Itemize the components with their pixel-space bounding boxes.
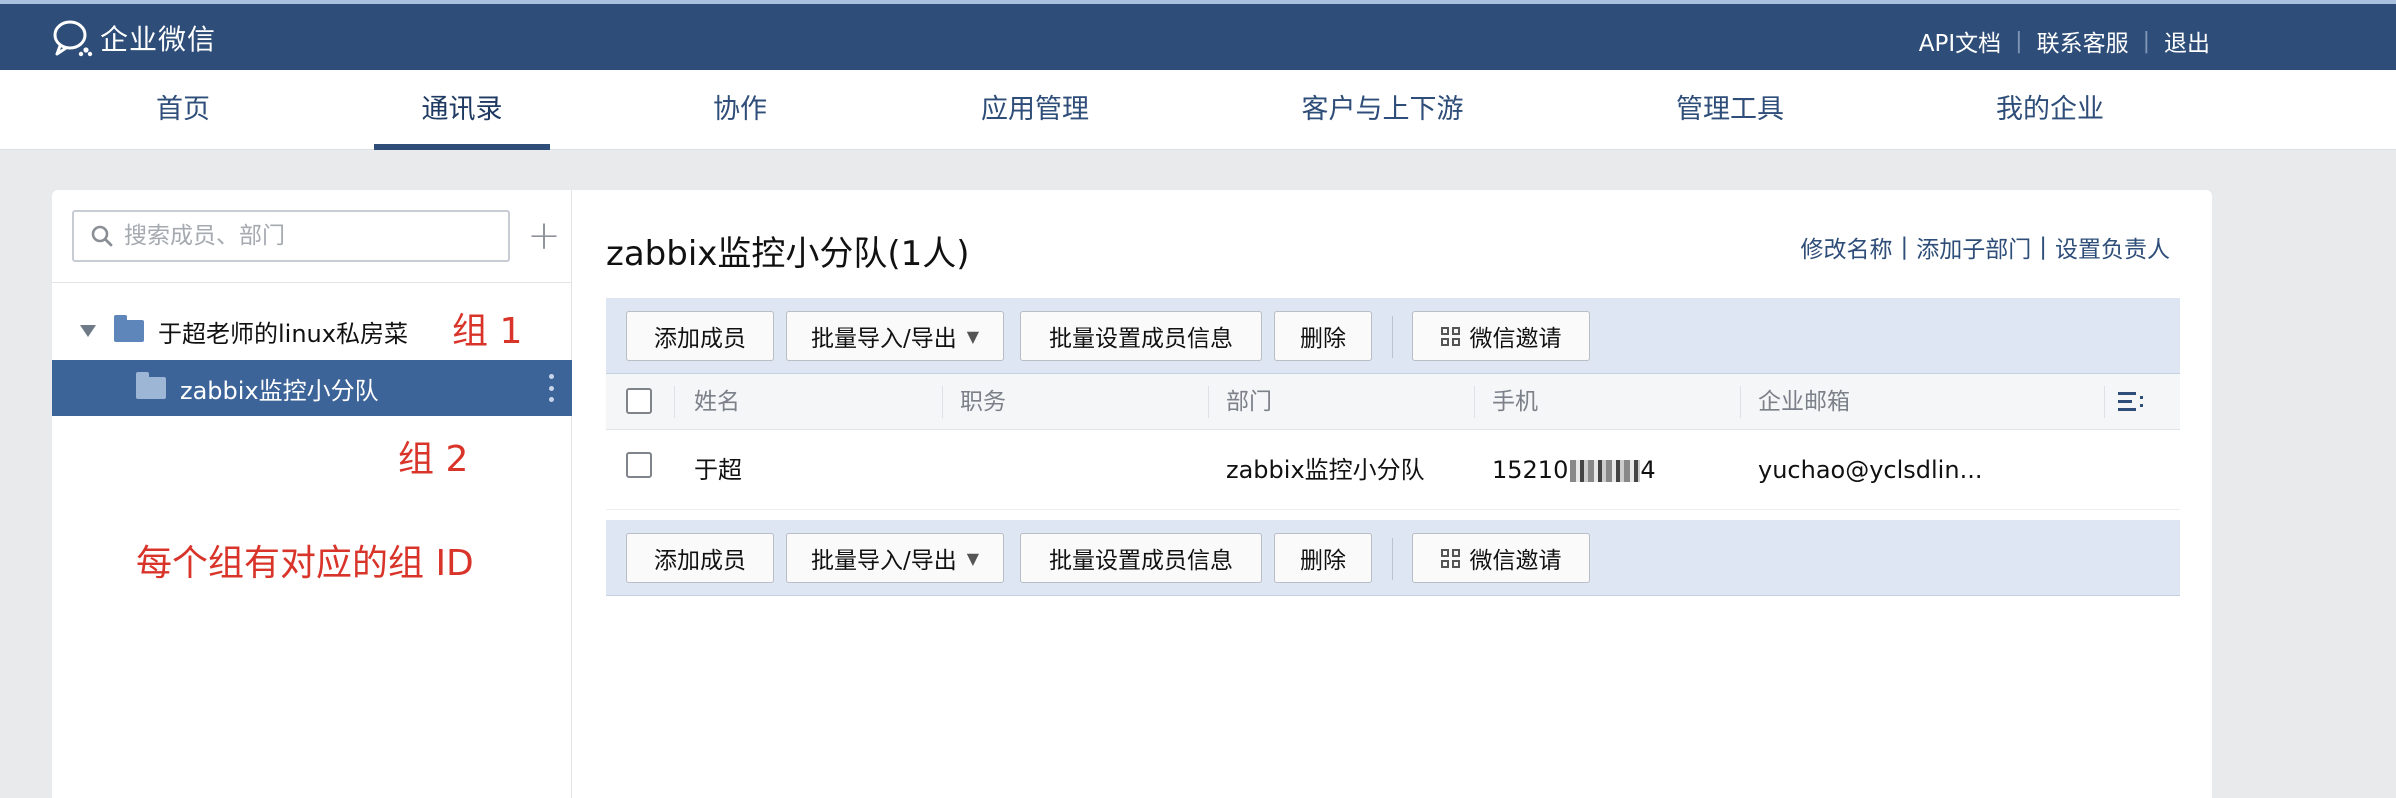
row-checkbox[interactable] — [626, 452, 652, 478]
set-manager-link[interactable]: 设置负责人 — [2055, 230, 2170, 264]
batch-set-button[interactable]: 批量设置成员信息 — [1020, 533, 1262, 583]
active-tab-indicator — [374, 144, 550, 150]
top-link-separator: | — [2015, 28, 2023, 54]
department-actions: 修改名称 | 添加子部门 | 设置负责人 — [1801, 230, 2171, 264]
caret-down-icon[interactable] — [80, 325, 96, 337]
app-name: 企业微信 — [100, 23, 217, 56]
contact-support-link[interactable]: 联系客服 — [2037, 24, 2129, 58]
main-nav: 首页 通讯录 协作 应用管理 客户与上下游 管理工具 我的企业 — [0, 70, 2396, 150]
wecom-logo-icon — [53, 20, 93, 57]
tree-item-label: zabbix监控小分队 — [180, 376, 379, 405]
column-settings-icon[interactable] — [2118, 392, 2144, 412]
rename-link[interactable]: 修改名称 — [1801, 230, 1893, 264]
import-export-label: 批量导入/导出 — [810, 548, 957, 574]
action-separator: | — [2039, 234, 2047, 260]
import-export-button[interactable]: 批量导入/导出 ▼ — [786, 533, 1004, 583]
column-separator — [1474, 386, 1475, 418]
toolbar-bottom: 添加成员 批量导入/导出 ▼ 批量设置成员信息 删除 微信邀请 — [606, 520, 2180, 596]
column-separator — [2104, 386, 2105, 418]
toolbar-separator — [1392, 316, 1393, 358]
tab-contacts-label: 通讯录 — [421, 94, 503, 125]
column-header-title[interactable]: 职务 — [960, 374, 1006, 430]
more-options-icon[interactable] — [548, 374, 554, 402]
delete-button[interactable]: 删除 — [1274, 533, 1372, 583]
select-all-checkbox[interactable] — [626, 388, 652, 414]
tree-item-selected[interactable]: zabbix监控小分队 — [52, 360, 572, 416]
phone-mask — [1570, 460, 1641, 482]
tab-contacts[interactable]: 通讯录 — [374, 70, 550, 150]
column-header-name[interactable]: 姓名 — [694, 374, 740, 430]
wechat-invite-button[interactable]: 微信邀请 — [1412, 533, 1590, 583]
tree-item-label: 于超老师的linux私房菜 — [158, 319, 408, 348]
wechat-invite-label: 微信邀请 — [1469, 548, 1562, 574]
cell-department: zabbix监控小分队 — [1226, 456, 1425, 484]
logout-link[interactable]: 退出 — [2164, 24, 2210, 58]
department-title: zabbix监控小分队(1人) — [606, 234, 970, 274]
tab-app-management[interactable]: 应用管理 — [975, 70, 1095, 150]
member-table: 姓名 职务 部门 手机 企业邮箱 于超 zabbix监控小分队 15210 4 … — [606, 374, 2180, 510]
logo[interactable]: 企业微信 — [50, 18, 216, 58]
search-input[interactable] — [124, 223, 484, 249]
import-export-button[interactable]: 批量导入/导出 ▼ — [786, 311, 1004, 361]
column-separator — [1208, 386, 1209, 418]
tab-customers[interactable]: 客户与上下游 — [1295, 70, 1470, 150]
contacts-card: + 于超老师的linux私房菜 zabbix监控小分队 组 1 组 2 每个组有… — [52, 190, 2212, 798]
wechat-invite-button[interactable]: 微信邀请 — [1412, 311, 1590, 361]
table-row[interactable]: 于超 zabbix监控小分队 15210 4 yuchao@yclsdlin... — [606, 430, 2180, 510]
column-header-phone[interactable]: 手机 — [1492, 374, 1538, 430]
cell-phone: 15210 4 — [1492, 430, 1656, 510]
action-separator: | — [1900, 234, 1909, 260]
cell-name[interactable]: 于超 — [694, 430, 742, 510]
tab-home[interactable]: 首页 — [148, 70, 218, 150]
cell-email: yuchao@yclsdlin... — [1758, 456, 1983, 484]
qr-code-icon — [1440, 548, 1460, 568]
api-docs-link[interactable]: API文档 — [1919, 24, 2001, 58]
column-header-email[interactable]: 企业邮箱 — [1758, 374, 1850, 430]
top-links: API文档 | 联系客服 | 退出 — [1919, 24, 2210, 58]
search-box[interactable] — [72, 210, 510, 262]
tab-collaboration[interactable]: 协作 — [705, 70, 775, 150]
tab-my-company[interactable]: 我的企业 — [1990, 70, 2110, 150]
add-member-button[interactable]: 添加成员 — [626, 311, 774, 361]
member-panel: zabbix监控小分队(1人) 修改名称 | 添加子部门 | 设置负责人 添加成… — [572, 190, 2212, 798]
delete-button[interactable]: 删除 — [1274, 311, 1372, 361]
column-header-department[interactable]: 部门 — [1226, 374, 1272, 430]
column-separator — [1740, 386, 1741, 418]
annotation-note: 每个组有对应的组 ID — [136, 543, 474, 584]
add-department-button[interactable]: + — [524, 214, 564, 258]
dropdown-arrow-icon: ▼ — [966, 326, 980, 346]
import-export-label: 批量导入/导出 — [810, 326, 957, 352]
phone-suffix: 4 — [1640, 456, 1656, 484]
tab-admin-tools[interactable]: 管理工具 — [1670, 70, 1790, 150]
qr-code-icon — [1440, 326, 1460, 346]
annotation-group2: 组 2 — [398, 439, 469, 480]
folder-icon — [136, 372, 166, 399]
search-icon — [91, 225, 113, 247]
add-subdepartment-link[interactable]: 添加子部门 — [1916, 230, 2031, 264]
wechat-invite-label: 微信邀请 — [1469, 326, 1562, 352]
toolbar-top: 添加成员 批量导入/导出 ▼ 批量设置成员信息 删除 微信邀请 — [606, 298, 2180, 374]
column-separator — [674, 386, 675, 418]
table-header: 姓名 职务 部门 手机 企业邮箱 — [606, 374, 2180, 430]
toolbar-separator — [1392, 538, 1393, 580]
dropdown-arrow-icon: ▼ — [966, 548, 980, 568]
top-bar: 企业微信 API文档 | 联系客服 | 退出 — [0, 0, 2396, 70]
department-sidebar: + 于超老师的linux私房菜 zabbix监控小分队 组 1 组 2 每个组有… — [52, 190, 572, 798]
folder-icon — [114, 315, 144, 342]
phone-prefix: 15210 — [1492, 456, 1569, 484]
annotation-group1: 组 1 — [452, 311, 523, 352]
column-separator — [942, 386, 943, 418]
sidebar-divider — [52, 282, 572, 283]
add-member-button[interactable]: 添加成员 — [626, 533, 774, 583]
top-link-separator: | — [2142, 28, 2150, 54]
batch-set-button[interactable]: 批量设置成员信息 — [1020, 311, 1262, 361]
